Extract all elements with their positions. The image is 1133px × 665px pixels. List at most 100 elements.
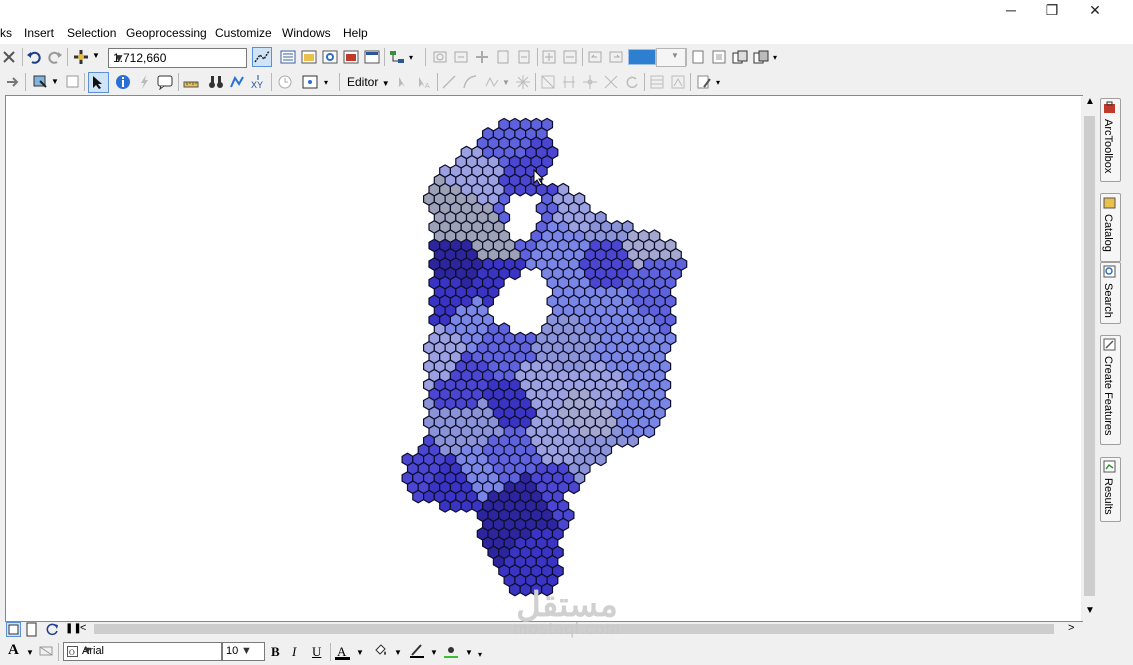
layout-zoom-combo[interactable]: ▼ bbox=[656, 48, 686, 67]
create-features-dock-tab[interactable]: Create Features bbox=[1100, 335, 1121, 445]
restore-button[interactable]: ❐ bbox=[1032, 0, 1072, 20]
trace-icon[interactable] bbox=[484, 74, 500, 90]
select-features-icon[interactable] bbox=[32, 74, 48, 90]
chevron-down-icon[interactable]: ▼ bbox=[502, 78, 510, 87]
reshape-feature-icon[interactable] bbox=[540, 74, 556, 90]
layout-view-icon[interactable] bbox=[24, 622, 39, 637]
toolbar-options-icon[interactable]: ▾ bbox=[324, 78, 328, 87]
edit-tool-icon[interactable] bbox=[395, 74, 411, 90]
editor-toolbar-icon[interactable] bbox=[252, 47, 272, 67]
refresh-view-icon[interactable] bbox=[45, 622, 60, 637]
line-color-icon[interactable] bbox=[409, 642, 425, 658]
endpoint-arc-icon[interactable] bbox=[462, 74, 478, 90]
chevron-down-icon[interactable]: ▼ bbox=[26, 648, 34, 657]
toolbar-options-icon[interactable]: ▾ bbox=[716, 78, 720, 87]
search-dock-tab[interactable]: Search bbox=[1100, 262, 1121, 324]
chevron-down-icon[interactable]: ▼ bbox=[92, 51, 100, 60]
menu-insert[interactable]: Insert bbox=[24, 25, 54, 41]
menu-bookmarks[interactable]: ks bbox=[0, 25, 12, 41]
layout-zoom-out-icon[interactable] bbox=[453, 49, 469, 65]
model-builder-icon[interactable] bbox=[389, 49, 405, 65]
editor-menu[interactable]: Editor ▼ bbox=[347, 75, 390, 89]
chevron-down-icon[interactable]: ▼ bbox=[241, 645, 262, 657]
layout-zoom-in-icon[interactable] bbox=[432, 49, 448, 65]
menu-windows[interactable]: Windows bbox=[282, 25, 331, 41]
vertical-scrollbar[interactable]: ▲ ▼ bbox=[1081, 96, 1098, 621]
rotate-tool-icon[interactable] bbox=[624, 74, 640, 90]
toolbar-options-icon[interactable]: ▾ bbox=[478, 650, 482, 659]
create-viewer-window-icon[interactable] bbox=[302, 74, 318, 90]
change-layout-icon[interactable] bbox=[732, 49, 748, 65]
layout-pan-icon[interactable] bbox=[474, 49, 490, 65]
go-forward-icon[interactable] bbox=[5, 74, 21, 90]
delete-icon[interactable] bbox=[1, 49, 17, 65]
chevron-down-icon[interactable]: ▼ bbox=[356, 648, 364, 657]
identify-icon[interactable] bbox=[115, 74, 131, 90]
catalog-window-icon[interactable] bbox=[301, 49, 317, 65]
italic-button[interactable]: I bbox=[292, 644, 296, 660]
vertical-scroll-thumb[interactable] bbox=[1084, 116, 1095, 596]
search-window-icon[interactable] bbox=[322, 49, 338, 65]
go-back-extent-icon[interactable] bbox=[587, 49, 603, 65]
zoom-whole-page-icon[interactable] bbox=[495, 49, 511, 65]
select-elements-button[interactable] bbox=[88, 72, 109, 93]
chevron-down-icon[interactable]: ▼ bbox=[113, 51, 244, 65]
menu-help[interactable]: Help bbox=[343, 25, 368, 41]
time-slider-icon[interactable] bbox=[277, 74, 293, 90]
catalog-dock-tab[interactable]: Catalog bbox=[1100, 193, 1121, 262]
bold-button[interactable]: B bbox=[271, 644, 280, 660]
fixed-zoom-in-icon[interactable] bbox=[541, 49, 557, 65]
redo-icon[interactable] bbox=[47, 49, 63, 65]
attributes-icon[interactable] bbox=[649, 74, 665, 90]
go-to-xy-icon[interactable]: XY bbox=[250, 74, 266, 90]
toggle-draft-mode-icon[interactable] bbox=[690, 49, 706, 65]
sketch-properties-icon[interactable] bbox=[670, 74, 686, 90]
cut-polygons-icon[interactable] bbox=[561, 74, 577, 90]
arctoolbox-window-icon[interactable] bbox=[343, 49, 359, 65]
hyperlink-icon[interactable] bbox=[136, 74, 152, 90]
chevron-down-icon[interactable]: ▼ bbox=[394, 648, 402, 657]
straight-segment-icon[interactable] bbox=[441, 74, 457, 90]
fixed-zoom-out-icon[interactable] bbox=[562, 49, 578, 65]
chevron-down-icon[interactable]: ▼ bbox=[465, 648, 473, 657]
arctoolbox-dock-tab[interactable]: ArcToolbox bbox=[1100, 98, 1121, 182]
data-driven-pages-icon[interactable] bbox=[753, 49, 769, 65]
find-binoculars-icon[interactable] bbox=[208, 74, 224, 90]
edit-annotation-icon[interactable]: A bbox=[416, 74, 432, 90]
menu-geoprocessing[interactable]: Geoprocessing bbox=[126, 25, 207, 41]
scroll-right-arrow-icon[interactable]: > bbox=[1068, 622, 1074, 634]
new-text-button[interactable]: A bbox=[8, 642, 19, 659]
add-data-icon[interactable] bbox=[73, 49, 89, 65]
scroll-up-arrow-icon[interactable]: ▲ bbox=[1085, 96, 1095, 107]
clear-selection-icon[interactable] bbox=[65, 74, 81, 90]
marker-color-icon[interactable] bbox=[443, 642, 459, 658]
menu-selection[interactable]: Selection bbox=[67, 25, 116, 41]
toolbar-options-icon[interactable]: ▾ bbox=[773, 53, 777, 62]
split-cross-icon[interactable] bbox=[603, 74, 619, 90]
split-tool-icon[interactable] bbox=[582, 74, 598, 90]
chevron-down-icon[interactable]: ▼ bbox=[51, 77, 59, 86]
menu-customize[interactable]: Customize bbox=[215, 25, 272, 41]
table-of-contents-icon[interactable] bbox=[280, 49, 296, 65]
close-button[interactable]: ✕ bbox=[1075, 0, 1115, 20]
scroll-left-arrow-icon[interactable]: < bbox=[80, 622, 86, 634]
html-popup-icon[interactable] bbox=[157, 74, 173, 90]
find-route-icon[interactable] bbox=[229, 74, 245, 90]
focus-data-frame-icon[interactable] bbox=[711, 49, 727, 65]
go-forward-extent-icon[interactable] bbox=[608, 49, 624, 65]
toolbar-options-icon[interactable]: ▾ bbox=[409, 53, 413, 62]
scroll-down-arrow-icon[interactable]: ▼ bbox=[1085, 605, 1095, 616]
zoom-100-icon[interactable] bbox=[516, 49, 532, 65]
measure-icon[interactable] bbox=[183, 74, 199, 90]
underline-button[interactable]: U bbox=[312, 644, 321, 660]
python-window-icon[interactable] bbox=[364, 49, 380, 65]
create-features-icon[interactable] bbox=[696, 74, 712, 90]
results-dock-tab[interactable]: Results bbox=[1100, 457, 1121, 522]
minimize-button[interactable]: ─ bbox=[991, 0, 1031, 20]
edit-vertices-icon[interactable] bbox=[515, 74, 531, 90]
font-name-combo[interactable]: O Arial ▼ bbox=[63, 642, 222, 661]
map-scale-combo[interactable]: 1:712,660 ▼ bbox=[108, 48, 247, 68]
edit-vertices-drawing-icon[interactable] bbox=[38, 643, 54, 659]
chevron-down-icon[interactable]: ▼ bbox=[430, 648, 438, 657]
undo-icon[interactable] bbox=[26, 49, 42, 65]
